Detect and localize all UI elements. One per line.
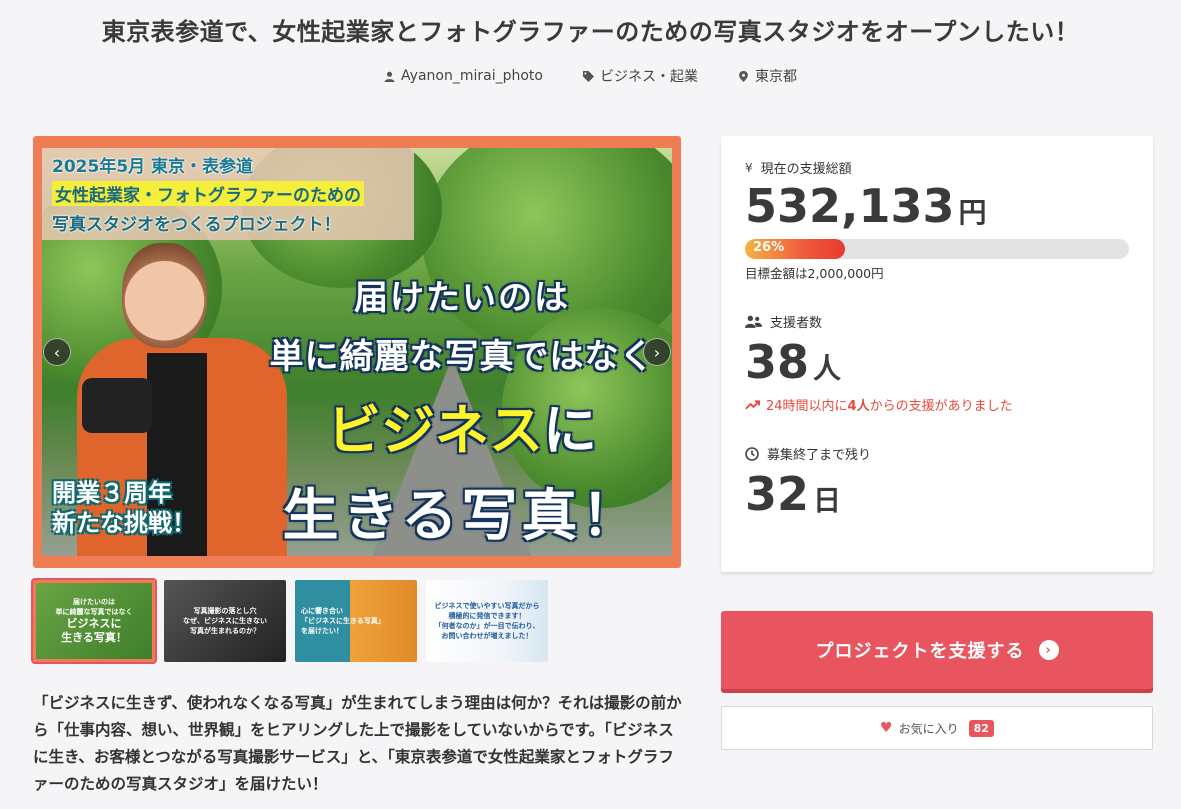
user-icon [384, 71, 395, 82]
supporters-value: 38 [745, 335, 810, 389]
hero-target-text: 女性起業家・フォトグラファーのための [52, 181, 364, 206]
carousel-next-button[interactable]: › [643, 338, 671, 366]
thumbnail-4[interactable]: ビジネスで使いやすい写真だから 積極的に発信できます！ 「何者なのか」が一目で伝… [426, 580, 548, 662]
author-name: Ayanon_mirai_photo [401, 68, 543, 84]
project-meta: Ayanon_mirai_photo ビジネス・起業 東京都 [0, 66, 1181, 86]
supporters-count: 38 人 [745, 335, 1129, 389]
favorite-button[interactable]: ♥ お気に入り 82 [721, 706, 1153, 750]
total-label-row: ¥ 現在の支援総額 [745, 158, 1129, 178]
supporters-label-row: 支援者数 [745, 312, 1129, 331]
category-link[interactable]: ビジネス・起業 [582, 66, 698, 86]
camera-icon [82, 378, 152, 433]
supporters-unit: 人 [813, 352, 842, 385]
support-project-button[interactable]: プロジェクトを支援する › [721, 611, 1153, 689]
users-icon [745, 315, 762, 328]
heart-icon: ♥ [880, 720, 893, 736]
yen-icon: ¥ [745, 160, 753, 175]
total-label: 現在の支援総額 [760, 162, 852, 177]
remaining-unit: 日 [813, 484, 842, 517]
hero-anniversary-badge: 開業３周年 新たな挑戦！ [52, 479, 196, 537]
project-summary: 「ビジネスに生きず、使われなくなる写真」が生まれてしまう理由は何か？それは撮影の… [33, 694, 682, 793]
location-name: 東京都 [754, 69, 797, 85]
remaining-label: 募集終了まで残り [767, 448, 872, 463]
favorite-label: お気に入り [898, 721, 959, 736]
thumbnail-1[interactable]: 届けたいのは 単に綺麗な写真ではなく ビジネスに 生きる写真！ [31, 578, 157, 664]
funding-progress-bar: 26% [745, 239, 1129, 259]
location-link[interactable]: 東京都 [738, 66, 797, 86]
trending-up-icon [745, 399, 760, 409]
remaining-days: 32 日 [745, 467, 1129, 521]
hero-date-text: 2025年5月 東京・表参道 [52, 157, 254, 177]
category-name: ビジネス・起業 [599, 69, 698, 85]
thumbnail-3[interactable]: 心に響き合い 「ビジネスに生きる写真」 を届けたい！ [295, 580, 417, 662]
remaining-value: 32 [745, 467, 810, 521]
clock-icon [745, 446, 759, 461]
project-title: 東京表参道で、女性起業家とフォトグラファーのための写真スタジオをオープンしたい！ [101, 18, 1080, 46]
remaining-label-row: 募集終了まで残り [745, 444, 1129, 463]
supporters-label: 支援者数 [770, 316, 823, 331]
hero-project-text: 写真スタジオをつくるプロジェクト！ [52, 215, 341, 235]
thumbnail-2[interactable]: 写真撮影の落とし穴 なぜ、ビジネスに生きない 写真が生まれるのか？ [164, 580, 286, 662]
hero-image: 2025年5月 東京・表参道 女性起業家・フォトグラファーのための 写真スタジオ… [42, 148, 672, 556]
recent-support-note: 24時間以内に4人からの支援がありました [745, 395, 1129, 414]
carousel-prev-button[interactable]: ‹ [43, 338, 71, 366]
tag-icon [582, 70, 594, 82]
support-button-label: プロジェクトを支援する [815, 641, 1025, 662]
funding-stats-panel: ¥ 現在の支援総額 532,133 円 26% 目標金額は2,000,000円 支… [721, 136, 1153, 572]
hero-headline: 届けたいのは 単に綺麗な写真ではなく ビジネスに 生きる写真！ [269, 278, 655, 549]
chevron-right-icon: › [1038, 640, 1059, 660]
total-unit: 円 [958, 196, 987, 229]
goal-amount: 目標金額は2,000,000円 [745, 266, 884, 281]
map-pin-icon [739, 70, 748, 82]
total-value: 532,133 [745, 179, 955, 233]
hero-image-carousel[interactable]: 2025年5月 東京・表参道 女性起業家・フォトグラファーのための 写真スタジオ… [33, 136, 681, 568]
total-amount: 532,133 円 [745, 179, 1129, 233]
progress-percent: 26% [753, 240, 785, 255]
hero-caption-box: 2025年5月 東京・表参道 女性起業家・フォトグラファーのための 写真スタジオ… [42, 148, 414, 240]
favorite-count: 82 [968, 719, 994, 737]
thumbnail-strip: 届けたいのは 単に綺麗な写真ではなく ビジネスに 生きる写真！ 写真撮影の落とし… [31, 578, 548, 664]
author-link[interactable]: Ayanon_mirai_photo [384, 66, 543, 86]
